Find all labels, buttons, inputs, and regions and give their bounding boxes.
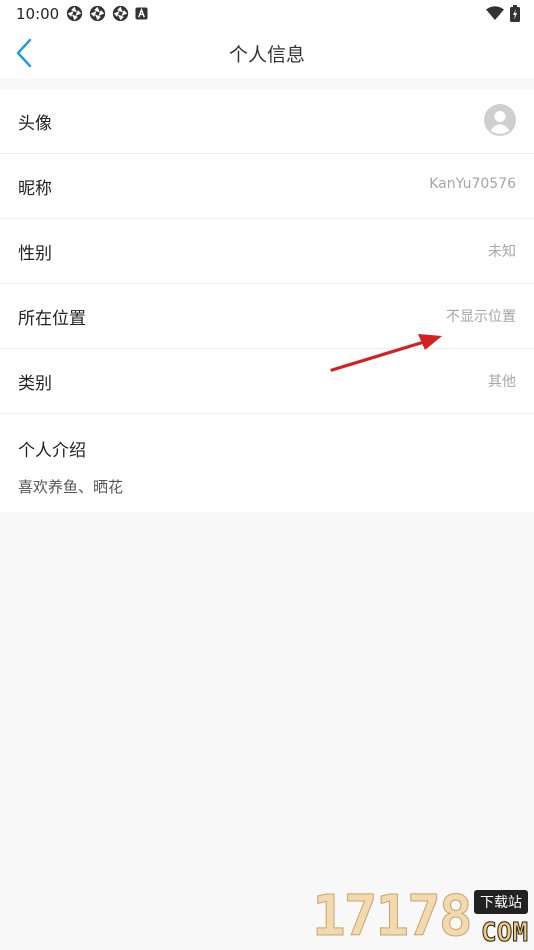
annotation-arrow-icon	[330, 334, 442, 372]
watermark-number: 17178	[312, 884, 474, 950]
row-intro[interactable]: 个人介绍 喜欢养鱼、晒花	[0, 414, 534, 512]
profile-info-list: 头像 昵称 KanYu70576 性别 未知 所在位置 不显示位置 类别 其他 …	[0, 89, 534, 512]
row-label-category: 类别	[18, 374, 52, 394]
row-label-nickname: 昵称	[18, 179, 52, 199]
avatar[interactable]	[484, 104, 516, 136]
nav-bar: 个人信息	[0, 28, 534, 78]
battery-icon	[510, 5, 520, 22]
row-nickname[interactable]: 昵称 KanYu70576	[0, 154, 534, 219]
watermark-suffix: COM	[481, 918, 529, 949]
row-value-category: 其他	[488, 374, 516, 390]
row-value-nickname: KanYu70576	[429, 176, 516, 192]
aperture-icon	[112, 5, 129, 22]
watermark-logo: 17178 下载站 COM	[308, 884, 534, 950]
row-avatar[interactable]: 头像	[0, 89, 534, 154]
watermark-tag: 下载站	[474, 890, 528, 914]
row-gender[interactable]: 性别 未知	[0, 219, 534, 284]
row-category[interactable]: 类别 其他	[0, 349, 534, 414]
status-icons-left	[66, 5, 148, 22]
a-badge-icon	[135, 7, 148, 20]
row-label-location: 所在位置	[18, 309, 86, 329]
status-bar: 10:00	[0, 0, 534, 28]
page-title: 个人信息	[228, 44, 305, 66]
intro-text: 喜欢养鱼、晒花	[18, 478, 124, 496]
status-icons-right	[486, 5, 520, 22]
aperture-icon	[66, 5, 83, 22]
row-label-gender: 性别	[18, 244, 52, 264]
aperture-icon	[89, 5, 106, 22]
row-value-gender: 未知	[488, 244, 516, 260]
wifi-icon	[486, 6, 504, 20]
status-time: 10:00	[16, 5, 60, 23]
row-value-location: 不显示位置	[446, 309, 516, 325]
row-label-avatar: 头像	[18, 114, 52, 134]
intro-label: 个人介绍	[18, 441, 86, 461]
row-location[interactable]: 所在位置 不显示位置	[0, 284, 534, 349]
